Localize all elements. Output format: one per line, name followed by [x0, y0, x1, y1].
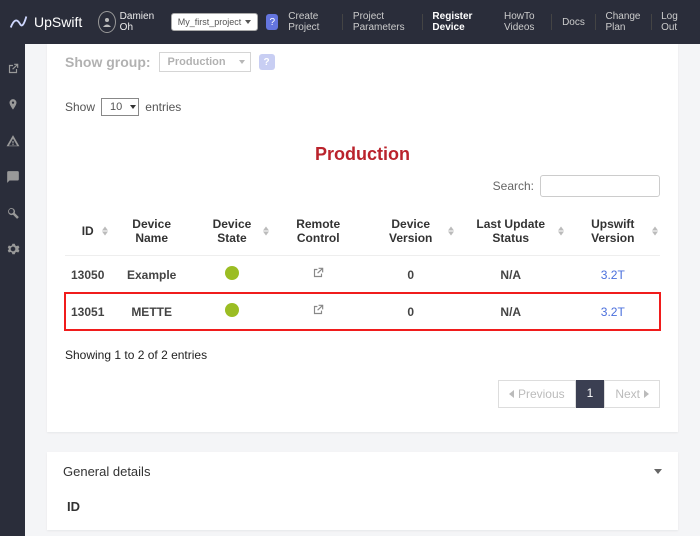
general-details-panel: General details ID [47, 452, 678, 530]
chevron-right-icon [644, 390, 649, 398]
nav-links-right: HowTo Videos Docs Change Plan Log Out [494, 0, 692, 44]
wave-icon [8, 11, 30, 33]
table-info: Showing 1 to 2 of 2 entries [65, 330, 660, 380]
devices-table: ID Device Name Device State Remote Contr… [65, 207, 660, 330]
entries-row: Show 10 entries [65, 80, 660, 124]
chevron-left-icon [509, 390, 514, 398]
brand-text: UpSwift [34, 14, 82, 30]
col-upswift-version[interactable]: Upswift Version [566, 207, 660, 256]
search-input[interactable] [540, 175, 660, 197]
sort-icon [448, 227, 454, 236]
show-group-select[interactable]: Production [159, 52, 251, 72]
cell-remote[interactable] [271, 293, 365, 330]
sort-icon [558, 227, 564, 236]
pagination: Previous 1 Next [65, 380, 660, 432]
entries-show-label: Show [65, 100, 95, 114]
details-id-label: ID [63, 479, 662, 518]
chevron-down-icon [654, 469, 662, 474]
search-label: Search: [493, 179, 534, 193]
nav-howto[interactable]: HowTo Videos [494, 0, 551, 44]
help-button[interactable]: ? [259, 54, 275, 70]
details-title: General details [63, 464, 150, 479]
brand-logo[interactable]: UpSwift [8, 11, 82, 33]
sort-icon [102, 227, 108, 236]
nav-project-parameters[interactable]: Project Parameters [343, 0, 422, 44]
user-avatar-icon [98, 11, 115, 33]
show-group-row: Show group: Production ? [65, 44, 660, 80]
status-dot-icon [225, 303, 239, 317]
previous-button[interactable]: Previous [498, 380, 576, 408]
entries-suffix-label: entries [145, 100, 181, 114]
status-dot-icon [225, 266, 239, 280]
cell-last-update: N/A [456, 293, 566, 330]
show-group-label: Show group: [65, 54, 151, 70]
chevron-down-icon [245, 20, 251, 24]
nav-change-plan[interactable]: Change Plan [595, 0, 650, 44]
user-block[interactable]: Damien Oh [98, 11, 158, 33]
chat-icon[interactable] [6, 170, 20, 184]
project-selected-label: My_first_project [178, 17, 242, 27]
main-content: Show group: Production ? Show 10 entries… [25, 44, 700, 536]
table-row-highlighted[interactable]: 13051 METTE 0 N/A 3.2T [65, 293, 660, 330]
external-link-icon[interactable] [6, 62, 20, 76]
general-details-toggle[interactable]: General details [63, 464, 662, 479]
cell-id: 13050 [65, 256, 110, 294]
sort-icon [263, 227, 269, 236]
nav-create-project[interactable]: Create Project [278, 0, 342, 44]
entries-count-select[interactable]: 10 [101, 98, 139, 116]
project-selector[interactable]: My_first_project [171, 13, 259, 31]
cell-upswift[interactable]: 3.2T [566, 256, 660, 294]
cell-id: 13051 [65, 293, 110, 330]
user-name: Damien Oh [120, 11, 159, 33]
page-number[interactable]: 1 [576, 380, 605, 408]
cell-version: 0 [365, 293, 456, 330]
cell-state [193, 256, 271, 294]
cell-name: Example [110, 256, 193, 294]
help-button[interactable]: ? [266, 14, 278, 30]
cell-version: 0 [365, 256, 456, 294]
nav-logout[interactable]: Log Out [651, 0, 692, 44]
external-link-icon [311, 266, 325, 280]
section-title: Production [65, 144, 660, 165]
nav-register-device[interactable]: Register Device [422, 0, 494, 44]
cell-name: METTE [110, 293, 193, 330]
col-device-state[interactable]: Device State [193, 207, 271, 256]
col-device-version[interactable]: Device Version [365, 207, 456, 256]
side-nav [0, 44, 25, 536]
pin-icon[interactable] [6, 98, 20, 112]
gear-icon[interactable] [6, 242, 20, 256]
col-device-name[interactable]: Device Name [110, 207, 193, 256]
cell-upswift[interactable]: 3.2T [566, 293, 660, 330]
table-row[interactable]: 13050 Example 0 N/A 3.2T [65, 256, 660, 294]
cell-remote[interactable] [271, 256, 365, 294]
next-button[interactable]: Next [604, 380, 660, 408]
col-last-update[interactable]: Last Update Status [456, 207, 566, 256]
top-nav: UpSwift Damien Oh My_first_project ? Cre… [0, 0, 700, 44]
devices-panel: Show group: Production ? Show 10 entries… [47, 44, 678, 432]
warning-icon[interactable] [6, 134, 20, 148]
external-link-icon [311, 303, 325, 317]
sort-icon [652, 227, 658, 236]
col-remote-control[interactable]: Remote Control [271, 207, 365, 256]
nav-links-left: Create Project Project Parameters Regist… [278, 0, 494, 44]
col-id[interactable]: ID [65, 207, 110, 256]
nav-docs[interactable]: Docs [552, 0, 595, 44]
search-row: Search: [65, 175, 660, 197]
wrench-icon[interactable] [6, 206, 20, 220]
cell-last-update: N/A [456, 256, 566, 294]
cell-state [193, 293, 271, 330]
